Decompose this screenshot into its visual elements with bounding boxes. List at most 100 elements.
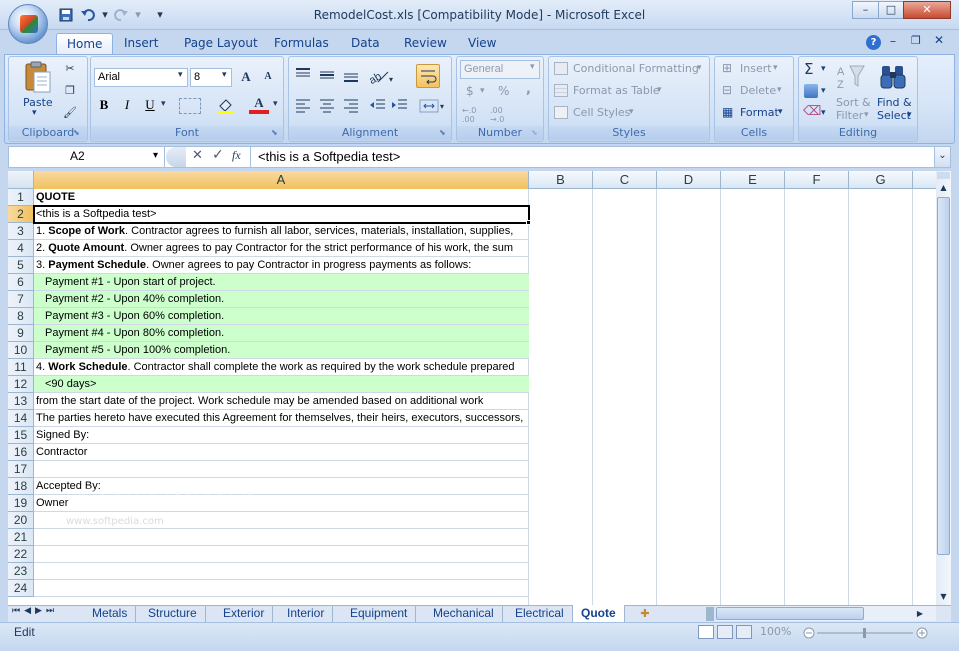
decrease-decimal-button[interactable]: .00 →.0 xyxy=(490,106,516,124)
name-box-dropdown-icon[interactable]: ▾ xyxy=(153,150,158,161)
zoom-level[interactable]: 100% xyxy=(760,625,791,638)
ribbon-minimize-icon[interactable]: – xyxy=(890,34,896,48)
select-all-corner[interactable] xyxy=(8,171,34,189)
zoom-slider[interactable] xyxy=(803,627,929,639)
row-header[interactable]: 6 xyxy=(8,274,34,291)
row-header[interactable]: 22 xyxy=(8,546,34,563)
cell-a17[interactable] xyxy=(34,461,529,478)
tab-insert[interactable]: Insert xyxy=(114,33,168,54)
row-header[interactable]: 13 xyxy=(8,393,34,410)
row-header[interactable]: 21 xyxy=(8,529,34,546)
font-family-select[interactable]: Arial xyxy=(94,68,188,87)
percent-button[interactable]: % xyxy=(498,84,509,98)
row-header[interactable]: 23 xyxy=(8,563,34,580)
cell-a14[interactable]: The parties hereto have executed this Ag… xyxy=(34,410,529,427)
column-header-a[interactable]: A xyxy=(34,171,529,189)
cell-a6[interactable]: Payment #1 - Upon start of project. xyxy=(34,274,529,291)
cell-a24[interactable] xyxy=(34,580,529,597)
font-launcher-icon[interactable]: ⬊ xyxy=(271,128,278,137)
cell-a3[interactable]: 1. Scope of Work. Contractor agrees to f… xyxy=(34,223,529,240)
fill-icon[interactable] xyxy=(804,84,818,98)
paste-icon[interactable] xyxy=(20,60,54,94)
paste-button[interactable]: Paste xyxy=(23,96,53,109)
row-header[interactable]: 19 xyxy=(8,495,34,512)
sheet-tab-exterior[interactable]: Exterior xyxy=(215,605,274,622)
close-button[interactable]: ✕ xyxy=(903,1,951,19)
grow-font-button[interactable]: A xyxy=(236,68,256,87)
align-center-icon[interactable] xyxy=(317,96,337,114)
row-header[interactable]: 1 xyxy=(8,189,34,206)
format-cells-button[interactable]: Format xyxy=(740,106,779,119)
name-box[interactable]: A2 xyxy=(8,146,165,168)
increase-indent-icon[interactable] xyxy=(390,96,410,114)
scroll-up-icon[interactable]: ▲ xyxy=(937,181,950,195)
cell-a1[interactable]: QUOTE xyxy=(34,189,529,206)
align-bottom-icon[interactable] xyxy=(341,66,361,84)
normal-view-icon[interactable] xyxy=(698,625,714,639)
minimize-button[interactable]: – xyxy=(852,1,879,19)
cell-a16[interactable]: Contractor xyxy=(34,444,529,461)
underline-dropdown-icon[interactable]: ▾ xyxy=(161,99,166,109)
row-header[interactable]: 7 xyxy=(8,291,34,308)
confirm-entry-icon[interactable]: ✓ xyxy=(212,147,224,163)
expand-formula-bar-icon[interactable]: ⌄ xyxy=(934,147,950,167)
office-button[interactable] xyxy=(8,4,48,44)
sort-filter-dropdown-icon[interactable]: ▾ xyxy=(864,110,869,120)
font-color-button[interactable]: A xyxy=(249,94,269,114)
cell-a13[interactable]: from the start date of the project. Work… xyxy=(34,393,529,410)
tab-formulas[interactable]: Formulas xyxy=(264,33,339,54)
sheet-tab-electrical[interactable]: Electrical xyxy=(507,605,573,622)
column-header-e[interactable]: E xyxy=(721,171,785,189)
cell-a8[interactable]: Payment #3 - Upon 60% completion. xyxy=(34,308,529,325)
font-family-dropdown-icon[interactable]: ▾ xyxy=(178,70,183,80)
cell-a15[interactable]: Signed By: xyxy=(34,427,529,444)
page-break-view-icon[interactable] xyxy=(736,625,752,639)
cancel-entry-icon[interactable]: ✕ xyxy=(192,148,203,163)
row-header[interactable]: 12 xyxy=(8,376,34,393)
sort-filter-button-line2[interactable]: Filter xyxy=(836,109,863,122)
cell-a22[interactable] xyxy=(34,546,529,563)
maximize-button[interactable]: □ xyxy=(878,1,904,19)
orientation-icon[interactable]: ab ▾ xyxy=(366,66,396,87)
font-size-dropdown-icon[interactable]: ▾ xyxy=(222,70,227,80)
alignment-launcher-icon[interactable]: ⬊ xyxy=(439,128,446,137)
format-cells-dropdown-icon[interactable]: ▾ xyxy=(778,107,783,117)
comma-button[interactable]: , xyxy=(526,82,531,97)
column-header-f[interactable]: F xyxy=(785,171,849,189)
merge-center-icon[interactable]: ▾ xyxy=(418,97,446,115)
row-header[interactable]: 2 xyxy=(8,206,34,223)
conditional-formatting-dropdown-icon[interactable]: ▾ xyxy=(697,63,702,73)
sheet-tab-structure[interactable]: Structure xyxy=(140,605,206,622)
format-as-table-dropdown-icon[interactable]: ▾ xyxy=(657,85,662,95)
cell-a7[interactable]: Payment #2 - Upon 40% completion. xyxy=(34,291,529,308)
align-right-icon[interactable] xyxy=(341,96,361,114)
tab-split-handle[interactable] xyxy=(706,607,714,621)
number-format-select[interactable]: General xyxy=(460,60,540,79)
tab-page-layout[interactable]: Page Layout xyxy=(174,33,268,54)
row-header[interactable]: 14 xyxy=(8,410,34,427)
delete-cells-button[interactable]: Delete xyxy=(740,84,776,97)
cell-a12[interactable]: <90 days> xyxy=(34,376,529,393)
column-header-g[interactable]: G xyxy=(849,171,913,189)
tab-home[interactable]: Home xyxy=(56,33,114,54)
sheet-tab-metals[interactable]: Metals xyxy=(84,605,137,622)
currency-button[interactable]: $ xyxy=(466,84,474,98)
sort-filter-button[interactable]: Sort & xyxy=(836,96,871,109)
clipboard-launcher-icon[interactable]: ⬊ xyxy=(73,128,80,137)
insert-cells-dropdown-icon[interactable]: ▾ xyxy=(773,63,778,73)
shrink-font-button[interactable]: A xyxy=(258,68,278,87)
clear-dropdown-icon[interactable]: ▾ xyxy=(821,108,826,118)
insert-function-button[interactable]: fx xyxy=(232,148,241,163)
row-header[interactable]: 24 xyxy=(8,580,34,597)
underline-button[interactable]: U xyxy=(140,96,160,115)
format-as-table-button[interactable]: Format as Table xyxy=(573,84,660,97)
formula-input[interactable]: <this is a Softpedia test> xyxy=(258,146,400,168)
fill-handle[interactable] xyxy=(526,220,531,225)
sheet-tab-interior[interactable]: Interior xyxy=(279,605,334,622)
insert-sheet-icon[interactable]: ✚ xyxy=(636,606,654,621)
align-top-icon[interactable] xyxy=(293,66,313,84)
increase-decimal-button[interactable]: ←.0 .00 xyxy=(462,106,488,124)
row-header[interactable]: 9 xyxy=(8,325,34,342)
row-header[interactable]: 15 xyxy=(8,427,34,444)
find-select-button-line2[interactable]: Select xyxy=(877,109,911,122)
